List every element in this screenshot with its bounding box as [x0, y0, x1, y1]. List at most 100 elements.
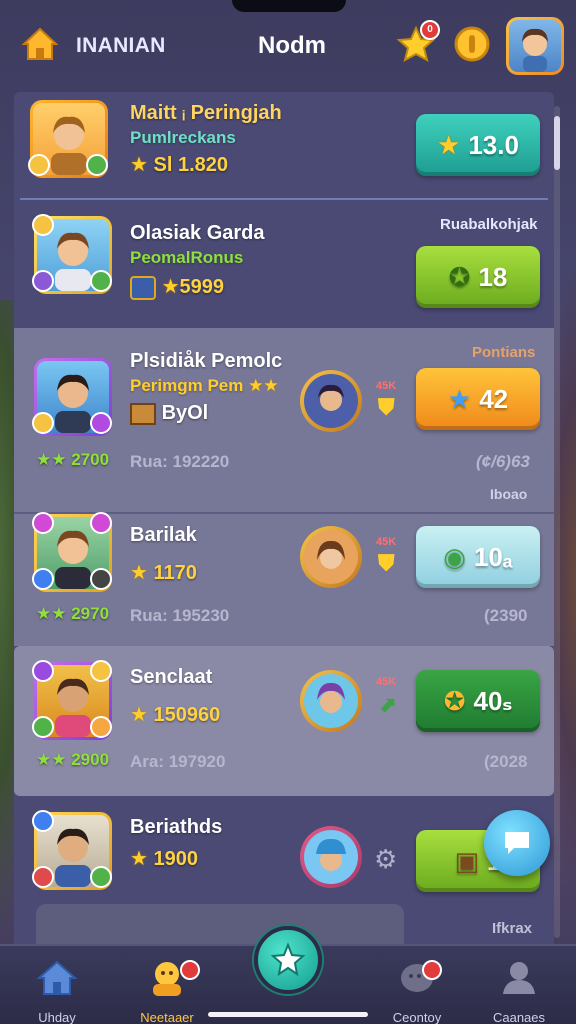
level-label: 45K — [376, 380, 397, 392]
center-action-button[interactable] — [254, 926, 322, 994]
nav-label: Caanaes — [492, 1010, 546, 1024]
avatar — [32, 660, 112, 740]
player-score: ★ Sl 1.820 — [130, 154, 229, 176]
player-name: Olasiak Garda — [130, 222, 265, 244]
shield-icon: ⛊ — [378, 550, 395, 575]
chat-bubble-icon — [505, 832, 529, 854]
home-icon — [36, 960, 78, 995]
rank-text: (2028 — [484, 752, 528, 771]
rank-text: Ara: 197920 — [130, 752, 226, 771]
player-extra: ByOl — [130, 402, 208, 425]
player-score: ★ 150960 — [130, 704, 221, 726]
star-badge: 0 — [420, 20, 440, 40]
rank-text: (¢/6)63 — [476, 452, 530, 471]
star-icon: ★ — [130, 562, 148, 584]
level-label: 45K — [376, 536, 397, 548]
nav-item-characters[interactable]: Neetaaer — [122, 956, 212, 1024]
player-subtitle: Perimgm Pem ★★ — [130, 376, 279, 395]
avatar — [32, 358, 112, 436]
arrow-icon: ⬈ — [378, 692, 397, 717]
star-icon: ✪ — [448, 261, 471, 292]
scrollbar[interactable] — [554, 106, 560, 938]
list-item[interactable]: Senclaat ★ 150960 ★★ 2900 Ara: 197920 45… — [14, 646, 554, 796]
player-name: Maitt ᵢ Peringjah — [130, 102, 282, 124]
avatar — [32, 214, 112, 294]
nav-item-home[interactable]: Uhday — [12, 956, 102, 1024]
home-indicator — [208, 1012, 368, 1017]
rank-avatar — [300, 670, 362, 732]
user-avatar[interactable] — [506, 17, 564, 75]
scrollbar-thumb[interactable] — [554, 116, 560, 170]
star-icon: ★ — [130, 154, 148, 176]
star-icon: ★ — [130, 848, 148, 870]
player-score: ★ 1900 — [130, 848, 198, 870]
chat-fab-button[interactable] — [484, 810, 550, 876]
nav-label: Ceontoy — [392, 1010, 442, 1024]
notification-badge — [422, 960, 442, 980]
player-name: Barilak — [130, 524, 197, 546]
crate-icon — [130, 402, 156, 425]
star-icon: ★★ — [248, 376, 279, 395]
star-icon: ★★ — [36, 750, 67, 769]
shield-icon: ⛊ — [378, 394, 395, 419]
list-item[interactable]: Maitt ᵢ Peringjah Pumlreckans ★ Sl 1.820… — [14, 92, 554, 200]
score-button[interactable]: ✪ 18 — [416, 246, 540, 308]
star-icon: ✪ — [443, 685, 466, 716]
star-icon: ★ — [437, 129, 461, 160]
list-item[interactable]: Olasiak Garda PeomalRonus ★5999 Ruabalko… — [14, 200, 554, 328]
star-icon — [270, 942, 306, 977]
avatar — [32, 512, 112, 592]
page-title: Nodm — [258, 32, 326, 59]
rank-avatar — [300, 826, 362, 888]
home-icon[interactable] — [20, 24, 60, 64]
gear-icon[interactable]: ⚙ — [374, 844, 397, 875]
star-icon: ★ — [161, 276, 180, 298]
player-subtitle: PeomalRonus — [130, 248, 244, 267]
player-name: Beriathds — [130, 816, 223, 838]
score-button[interactable]: ★ 13.0 — [416, 114, 540, 176]
row-tag: Iboao — [490, 486, 528, 502]
level-label: 45K — [376, 676, 397, 688]
avatar — [28, 100, 108, 178]
row-tag: Pontians — [472, 344, 536, 361]
score-button[interactable]: ★ 42 — [416, 368, 540, 430]
row-tag: Ruabalkohjak — [440, 216, 538, 233]
coin-icon[interactable] — [452, 24, 492, 64]
list-item[interactable]: Plsidiåk Pemolc Perimgm Pem ★★ ByOl ★★ 2… — [14, 328, 554, 512]
top-bar: INANIAN Nodm 0 — [0, 0, 576, 92]
green-score: ★★ 2970 — [36, 604, 110, 623]
notification-badge — [180, 960, 200, 980]
star-icon: ★★ — [36, 604, 67, 623]
player-score: ★5999 — [130, 274, 224, 300]
chest-icon: ▣ — [454, 845, 480, 876]
rank-text: Rua: 195230 — [130, 606, 230, 625]
player-name: Plsidiåk Pemolc — [130, 350, 283, 372]
app-name: INANIAN — [76, 34, 166, 57]
profile-icon — [503, 962, 535, 994]
star-icon: ★ — [447, 383, 472, 414]
nav-item-profile[interactable]: Caanaes — [474, 956, 564, 1024]
star-icon[interactable]: 0 — [396, 20, 440, 64]
trophy-icon — [130, 275, 156, 300]
player-name: Senclaat — [130, 666, 213, 688]
player-subtitle: Pumlreckans — [130, 128, 236, 147]
green-score: ★★ 2900 — [36, 750, 110, 769]
score-button[interactable]: ✪ 40ₛ — [416, 670, 540, 732]
row-tag: Ifkrax — [492, 920, 533, 937]
nav-label: Uhday — [38, 1010, 76, 1024]
nav-label: Neetaaer — [140, 1010, 194, 1024]
avatar — [32, 810, 112, 890]
player-score: ★ 1170 — [130, 562, 197, 584]
star-icon: ★ — [130, 704, 148, 726]
rank-avatar — [300, 370, 362, 432]
rank-text: (2390 — [484, 606, 528, 625]
nav-item-community[interactable]: Ceontoy — [372, 956, 462, 1024]
star-icon: ★★ — [36, 450, 67, 469]
rank-text: Rua: 192220 — [130, 452, 230, 471]
leaderboard-list[interactable]: Maitt ᵢ Peringjah Pumlreckans ★ Sl 1.820… — [14, 92, 554, 948]
list-item[interactable]: Barilak ★ 1170 ★★ 2970 Rua: 195230 45K ⛊… — [14, 512, 554, 646]
green-score: ★★ 2700 — [36, 450, 110, 469]
coin-icon: ◉ — [443, 541, 466, 572]
score-button[interactable]: ◉ 10ₐ — [416, 526, 540, 588]
rank-avatar — [300, 526, 362, 588]
